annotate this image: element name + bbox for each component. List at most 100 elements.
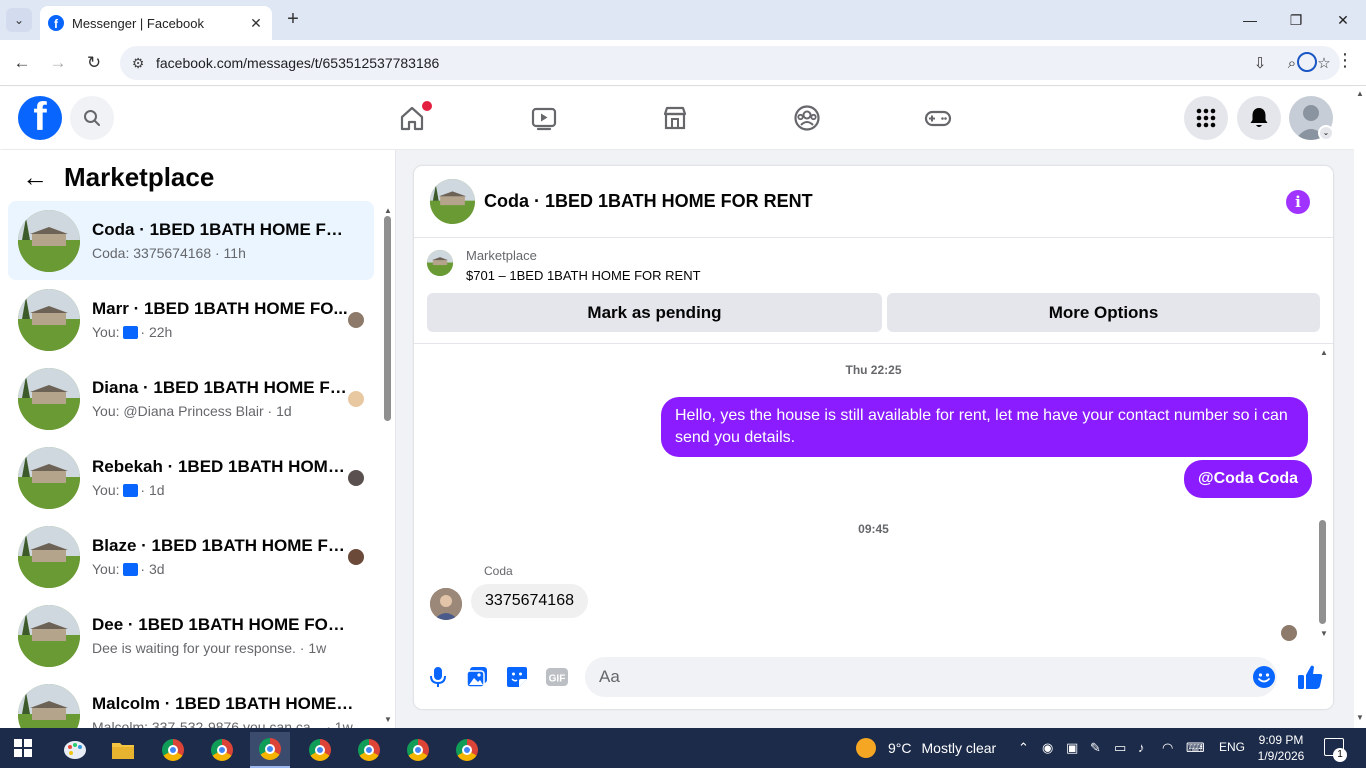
message-timestamp: Thu 22:25 bbox=[845, 363, 902, 377]
emoji-button[interactable] bbox=[1253, 666, 1275, 688]
camera-icon[interactable]: ▣ bbox=[1066, 740, 1078, 756]
wifi-icon[interactable]: ◠ bbox=[1162, 740, 1173, 756]
conversation-item[interactable]: Malcolm · 1BED 1BATH HOME F... Malcolm: … bbox=[8, 675, 374, 728]
preview-time: · 22h bbox=[140, 324, 173, 340]
listing-thumbnail bbox=[18, 367, 80, 430]
taskbar-app-chrome-profile[interactable] bbox=[398, 732, 438, 768]
input-language[interactable]: ENG bbox=[1219, 740, 1245, 754]
listing-thumbnail bbox=[18, 288, 80, 351]
browser-tab[interactable]: f Messenger | Facebook ✕ bbox=[40, 6, 272, 40]
windows-start-button[interactable] bbox=[14, 739, 32, 757]
thumbs-up-icon bbox=[123, 563, 139, 576]
groups-tab[interactable] bbox=[791, 102, 823, 134]
record-icon[interactable]: ◉ bbox=[1042, 740, 1053, 756]
gif-icon: GIF bbox=[546, 668, 568, 686]
browser-profile-icon[interactable] bbox=[1297, 52, 1317, 72]
chrome-icon bbox=[211, 739, 233, 761]
taskbar-app-chrome-profile[interactable] bbox=[447, 732, 487, 768]
attach-photo-button[interactable] bbox=[464, 664, 490, 690]
search-icon bbox=[84, 110, 100, 126]
mark-as-pending-button[interactable]: Mark as pending bbox=[427, 293, 882, 332]
conversation-item[interactable]: Rebekah · 1BED 1BATH HOME ... You: · 1d bbox=[8, 438, 374, 517]
sidebar-scroll-down-icon[interactable]: ▼ bbox=[384, 715, 392, 724]
chrome-icon bbox=[309, 739, 331, 761]
battery-icon[interactable]: ▭ bbox=[1114, 740, 1126, 756]
page-scrollbar[interactable]: ▲ ▼ bbox=[1354, 87, 1366, 728]
taskbar-app-file-explorer[interactable] bbox=[103, 732, 143, 768]
restore-button[interactable]: ❐ bbox=[1284, 8, 1308, 32]
pen-icon[interactable]: ✎ bbox=[1090, 740, 1101, 756]
sidebar-scrollbar-thumb[interactable] bbox=[384, 216, 391, 421]
listing-price[interactable]: $701 – 1BED 1BATH HOME FOR RENT bbox=[466, 268, 701, 283]
browser-menu-icon[interactable]: ⋮ bbox=[1336, 50, 1354, 71]
window-close-button[interactable]: ✕ bbox=[1331, 8, 1355, 32]
bell-icon bbox=[1250, 108, 1268, 127]
sidebar-scroll-up-icon[interactable]: ▲ bbox=[384, 206, 392, 215]
listing-thumbnail bbox=[18, 209, 80, 272]
forward-arrow-icon[interactable]: → bbox=[46, 51, 70, 75]
message-input[interactable] bbox=[585, 657, 1277, 697]
taskbar-app-chrome-profile[interactable] bbox=[300, 732, 340, 768]
taskbar-app-chrome[interactable] bbox=[153, 732, 193, 768]
conversation-item[interactable]: Dee · 1BED 1BATH HOME FOR RE... Dee is w… bbox=[8, 596, 374, 675]
menu-button[interactable] bbox=[1184, 96, 1228, 140]
minimize-button[interactable]: — bbox=[1238, 8, 1262, 32]
video-tab[interactable] bbox=[528, 102, 560, 134]
page-scroll-down-icon[interactable]: ▼ bbox=[1356, 713, 1364, 722]
tab-search-chevron-icon[interactable]: ⌄ bbox=[6, 8, 32, 32]
back-arrow-icon[interactable]: ← bbox=[22, 162, 48, 193]
show-hidden-icons-chevron-icon[interactable]: ⌃ bbox=[1018, 740, 1029, 756]
reload-icon[interactable]: ↻ bbox=[82, 51, 106, 75]
gaming-tab[interactable] bbox=[922, 102, 954, 134]
keyboard-icon[interactable]: ⌨ bbox=[1186, 740, 1205, 756]
listing-thumbnail-small[interactable] bbox=[427, 250, 453, 276]
site-info-icon[interactable]: ⚙ bbox=[120, 55, 156, 72]
chat-scroll-up-icon[interactable]: ▲ bbox=[1320, 348, 1328, 357]
conversation-preview: You: @Diana Princess Blair · 1d bbox=[92, 403, 292, 419]
facebook-logo[interactable]: f bbox=[18, 96, 62, 140]
taskbar-app-chrome-profile[interactable] bbox=[349, 732, 389, 768]
chat-title[interactable]: Coda · 1BED 1BATH HOME FOR RENT bbox=[484, 191, 813, 212]
photo-icon bbox=[466, 667, 487, 688]
marketplace-tab[interactable] bbox=[659, 102, 691, 134]
more-options-button[interactable]: More Options bbox=[887, 293, 1320, 332]
sticker-button[interactable] bbox=[504, 664, 530, 690]
gif-button[interactable]: GIF bbox=[544, 664, 570, 690]
incoming-message[interactable]: 3375674168 bbox=[471, 584, 588, 618]
chat-panel: Coda · 1BED 1BATH HOME FOR RENT i Market… bbox=[414, 166, 1333, 709]
voice-clip-button[interactable] bbox=[425, 664, 451, 690]
send-like-button[interactable] bbox=[1296, 663, 1324, 691]
preview-time: · 1d bbox=[140, 482, 165, 498]
conversation-item[interactable]: Coda · 1BED 1BATH HOME FOR R... Coda: 33… bbox=[8, 201, 374, 280]
weather-description: Mostly clear bbox=[921, 740, 997, 756]
conversation-item[interactable]: Diana · 1BED 1BATH HOME FO... You: @Dian… bbox=[8, 359, 374, 438]
back-arrow-icon[interactable]: ← bbox=[10, 51, 34, 75]
address-bar[interactable]: ⚙ facebook.com/messages/t/65351253778318… bbox=[120, 46, 1340, 80]
weather-widget[interactable]: 9°C Mostly clear bbox=[856, 738, 996, 758]
chat-listing-avatar[interactable] bbox=[430, 179, 475, 224]
notifications-button[interactable] bbox=[1237, 96, 1281, 140]
conversation-preview: Malcolm: 337-532-9876 you can ca... · 1w bbox=[92, 719, 353, 728]
url-text[interactable]: facebook.com/messages/t/653512537783186 bbox=[156, 55, 1244, 71]
account-chevron-down-icon[interactable]: ⌄ bbox=[1318, 125, 1334, 141]
chat-scrollbar-thumb[interactable] bbox=[1319, 520, 1326, 624]
conversation-item[interactable]: Marr · 1BED 1BATH HOME FO... You: · 22h bbox=[8, 280, 374, 359]
taskbar-clock[interactable]: 9:09 PM 1/9/2026 bbox=[1248, 732, 1314, 764]
speaker-icon[interactable]: ♪ bbox=[1138, 740, 1145, 755]
sender-avatar[interactable] bbox=[430, 588, 462, 620]
page-scroll-up-icon[interactable]: ▲ bbox=[1356, 89, 1364, 98]
outgoing-message[interactable]: @Coda Coda bbox=[1184, 460, 1313, 498]
install-app-icon[interactable]: ⇩ bbox=[1244, 54, 1276, 72]
sidebar-header: ← Marketplace bbox=[22, 162, 214, 193]
taskbar-app-chrome-profile-active[interactable] bbox=[250, 732, 290, 768]
tab-close-icon[interactable]: ✕ bbox=[248, 15, 264, 32]
search-button[interactable] bbox=[70, 96, 114, 140]
info-icon[interactable]: i bbox=[1286, 190, 1310, 214]
new-tab-button[interactable]: + bbox=[282, 8, 304, 30]
conversation-item[interactable]: Blaze · 1BED 1BATH HOME FO... You: · 3d bbox=[8, 517, 374, 596]
message-composer: GIF bbox=[414, 654, 1333, 702]
taskbar-app-paint[interactable] bbox=[55, 732, 95, 768]
taskbar-app-chrome-profile[interactable] bbox=[202, 732, 242, 768]
outgoing-message[interactable]: Hello, yes the house is still available … bbox=[661, 397, 1308, 457]
chat-scroll-down-icon[interactable]: ▼ bbox=[1320, 629, 1328, 638]
